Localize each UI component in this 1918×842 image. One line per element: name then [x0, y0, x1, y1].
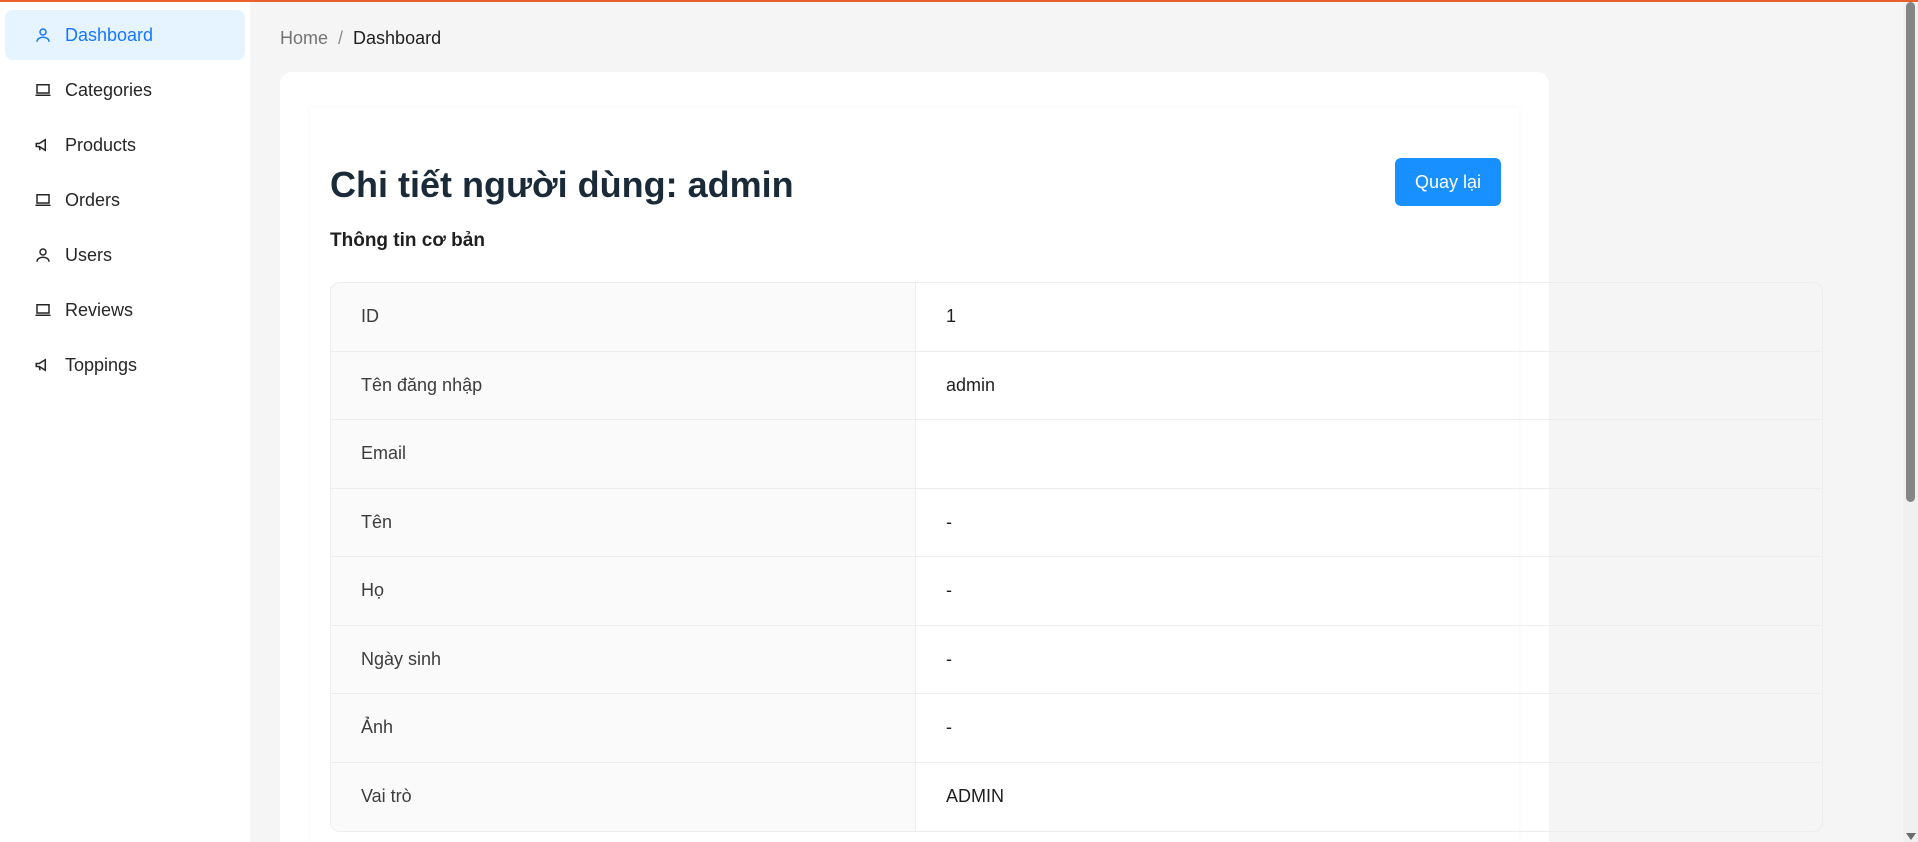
app-root: Dashboard Categories Products Orders Use…	[0, 0, 1918, 842]
table-row: Họ -	[331, 557, 1822, 626]
breadcrumb-separator: /	[338, 28, 344, 48]
sidebar-item-label: Categories	[65, 79, 153, 100]
field-label: Tên	[331, 488, 916, 556]
table-row: Tên -	[331, 488, 1822, 557]
sidebar-item-toppings[interactable]: Toppings	[5, 340, 245, 390]
megaphone-icon	[33, 135, 53, 155]
scrollbar-thumb[interactable]	[1906, 2, 1915, 502]
sidebar-item-label: Dashboard	[65, 24, 154, 45]
table-row: Ảnh -	[331, 694, 1822, 763]
field-value: -	[946, 717, 952, 738]
field-value: admin	[946, 374, 996, 395]
sidebar: Dashboard Categories Products Orders Use…	[0, 0, 250, 842]
sidebar-item-categories[interactable]: Categories	[5, 65, 245, 115]
back-button[interactable]: Quay lại	[1395, 158, 1501, 206]
breadcrumb-home[interactable]: Home	[280, 28, 328, 49]
user-icon	[33, 25, 53, 45]
sidebar-item-label: Orders	[65, 189, 121, 210]
main-content: Home / Dashboard Chi tiết người dùng: ad…	[250, 0, 1918, 842]
table-row: Email	[331, 420, 1822, 489]
laptop-icon	[33, 190, 53, 210]
user-detail-card: Chi tiết người dùng: admin Quay lại Thôn…	[310, 108, 1823, 842]
sidebar-item-label: Products	[65, 134, 137, 155]
page-title: Chi tiết người dùng: admin	[330, 164, 794, 205]
breadcrumb-current: Dashboard	[353, 28, 442, 48]
field-label: Vai trò	[331, 762, 916, 831]
sidebar-item-products[interactable]: Products	[5, 120, 245, 170]
sidebar-item-label: Reviews	[65, 299, 134, 320]
sidebar-item-label: Toppings	[65, 354, 138, 375]
sidebar-item-reviews[interactable]: Reviews	[5, 285, 245, 335]
breadcrumb: Home / Dashboard	[280, 28, 441, 49]
sidebar-item-users[interactable]: Users	[5, 230, 245, 280]
top-accent-bar	[0, 0, 1918, 2]
vertical-scrollbar[interactable]	[1903, 0, 1918, 842]
field-value: -	[946, 511, 952, 532]
sidebar-item-orders[interactable]: Orders	[5, 175, 245, 225]
field-label: Ngày sinh	[331, 625, 916, 693]
table-row: Vai trò ADMIN	[331, 762, 1822, 831]
field-value: -	[946, 648, 952, 669]
section-title: Thông tin cơ bản	[330, 230, 485, 251]
laptop-icon	[33, 80, 53, 100]
field-value: 1	[946, 306, 957, 327]
sidebar-item-label: Users	[65, 244, 113, 265]
field-value: -	[946, 580, 952, 601]
field-value: ADMIN	[946, 786, 1004, 807]
table-row: Ngày sinh -	[331, 625, 1822, 694]
table-row: Tên đăng nhập admin	[331, 351, 1822, 420]
laptop-icon	[33, 300, 53, 320]
field-label: Email	[331, 420, 916, 488]
field-label: Tên đăng nhập	[331, 351, 916, 419]
user-info-table: ID 1 Tên đăng nhập admin Email Tên - Họ …	[330, 282, 1823, 832]
user-icon	[33, 245, 53, 265]
field-label: Họ	[331, 557, 916, 625]
table-row: ID 1	[331, 283, 1822, 352]
megaphone-icon	[33, 355, 53, 375]
field-value	[916, 420, 1822, 488]
field-label: ID	[331, 283, 916, 351]
field-label: Ảnh	[331, 694, 916, 762]
content-card: Chi tiết người dùng: admin Quay lại Thôn…	[280, 72, 1823, 842]
sidebar-item-dashboard[interactable]: Dashboard	[5, 10, 245, 60]
scroll-down-arrow-icon[interactable]	[1906, 833, 1916, 840]
